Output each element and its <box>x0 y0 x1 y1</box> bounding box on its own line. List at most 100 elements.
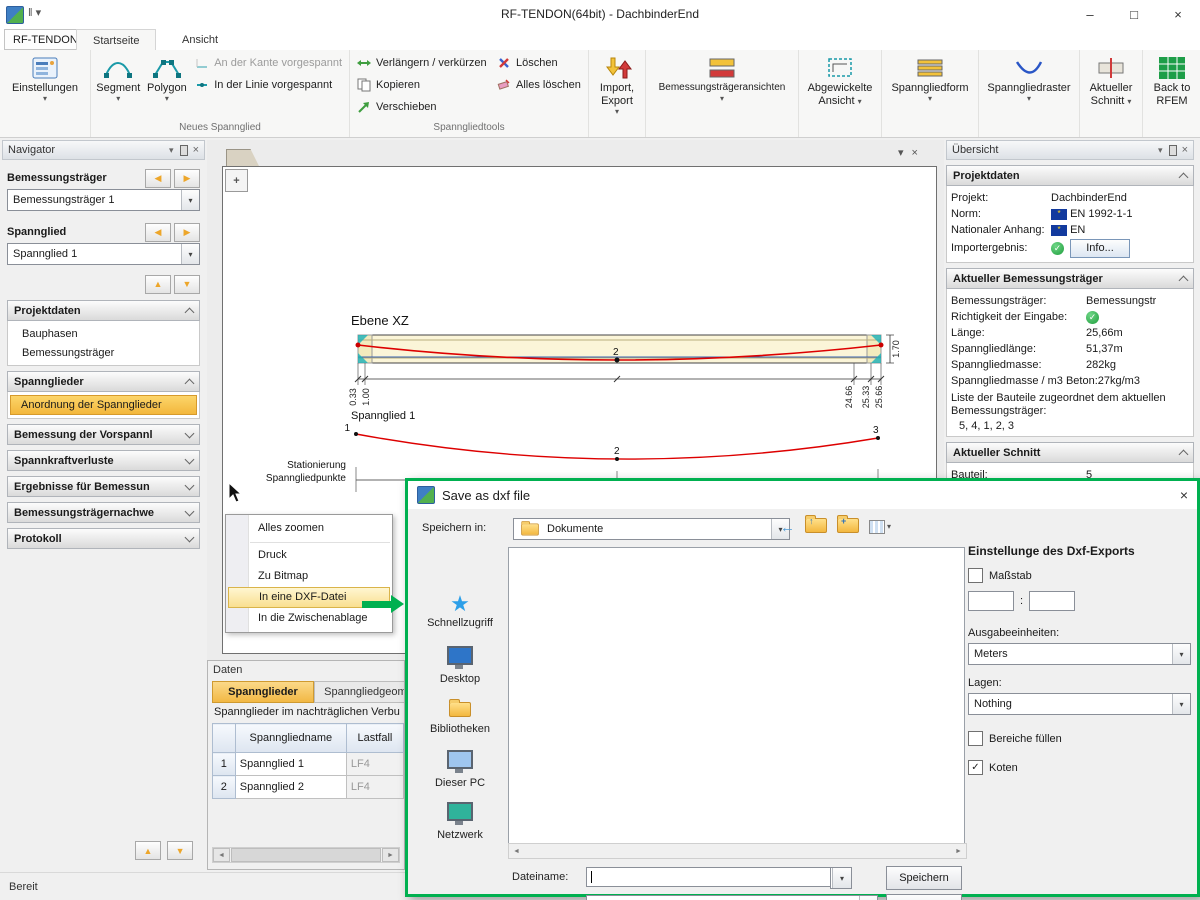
filename-input[interactable] <box>586 867 840 887</box>
tab-spannglieder[interactable]: Spannglieder <box>212 681 314 703</box>
back-to-rfem-button[interactable]: Back to RFEM <box>1146 52 1198 110</box>
section-ergebnisse[interactable]: Ergebnisse für Bemessun <box>7 476 200 497</box>
menu-item-zu-bitmap[interactable]: Zu Bitmap <box>228 566 390 587</box>
column-lastfall[interactable]: Lastfall <box>345 723 404 753</box>
group-aktueller-bemessungstraeger[interactable]: Aktueller Bemessungsträger <box>946 268 1194 289</box>
app-menu-button[interactable]: RF-TENDON <box>4 29 87 50</box>
group-projektdaten[interactable]: Projektdaten <box>946 165 1194 186</box>
section-spannglieder[interactable]: Spannglieder <box>7 371 200 392</box>
nav-down-button[interactable]: ▼ <box>167 841 194 860</box>
spannglied-select[interactable]: Spannglied 1 ▾ <box>7 243 200 265</box>
tab-spanngliedgeometrie[interactable]: Spanngliedgeomet <box>314 681 404 703</box>
scrollbar-thumb[interactable] <box>231 848 381 862</box>
section-bemessung-vorspannung[interactable]: Bemessung der Vorspannl <box>7 424 200 445</box>
chevron-down-icon[interactable]: ▾ <box>181 244 199 264</box>
dock-menu-icon[interactable]: ▾ <box>898 147 912 159</box>
scroll-left-icon[interactable]: ◄ <box>213 848 230 862</box>
close-icon[interactable]: × <box>1182 144 1188 156</box>
polygon-button[interactable]: Polygon ▾ <box>143 52 192 106</box>
kopieren-button[interactable]: Kopieren <box>353 74 493 96</box>
bemessungstraeger-select[interactable]: Bemessungsträger 1 ▾ <box>7 189 200 211</box>
layers-select[interactable]: Nothing ▾ <box>968 693 1191 715</box>
place-schnellzugriff[interactable]: ★ Schnellzugriff <box>416 593 504 646</box>
scale-denominator-input[interactable] <box>1029 591 1076 611</box>
horizontal-scrollbar[interactable]: ◄ ► <box>212 847 400 863</box>
filetype-select[interactable]: Dxf Files (*.dxf) ▾ <box>586 895 878 900</box>
maximize-button[interactable]: □ <box>1112 0 1156 28</box>
nav-up-button[interactable]: ▲ <box>135 841 161 860</box>
panel-menu-icon[interactable]: ▾ <box>169 145 174 156</box>
minimize-button[interactable]: – <box>1068 0 1112 28</box>
chevron-down-icon[interactable]: ▾ <box>181 190 199 210</box>
file-list[interactable] <box>508 547 965 844</box>
group-aktueller-schnitt[interactable]: Aktueller Schnitt <box>946 442 1194 463</box>
filename-dropdown[interactable]: ▾ <box>830 867 852 889</box>
bemessungstraegeransichten-button[interactable]: Bemessungsträgeransichten ▾ <box>649 52 795 106</box>
scale-numerator-input[interactable] <box>968 591 1014 611</box>
nav-item-bemessungstraeger[interactable]: Bemessungsträger <box>10 343 197 362</box>
import-export-button[interactable]: Import, Export ▾ <box>592 52 642 119</box>
koten-checkbox[interactable]: ✓ <box>968 760 983 775</box>
prev-tendon-button[interactable]: ◀ <box>145 222 171 242</box>
verlaengern-button[interactable]: Verlängern / verkürzen <box>353 52 493 74</box>
scroll-left-icon[interactable]: ◄ <box>509 845 524 857</box>
section-protokoll[interactable]: Protokoll <box>7 528 200 549</box>
abgewickelte-ansicht-button[interactable]: Abgewickelte Ansicht ▾ <box>802 52 878 110</box>
dialog-close-icon[interactable]: × <box>1180 487 1188 503</box>
massstab-checkbox[interactable] <box>968 568 983 583</box>
chevron-down-icon[interactable]: ▾ <box>1172 644 1190 664</box>
up-folder-icon[interactable]: ↑ <box>805 515 827 536</box>
prev-beam-button[interactable]: ◀ <box>145 168 171 188</box>
close-icon[interactable]: × <box>193 144 199 156</box>
place-bibliotheken[interactable]: Bibliotheken <box>416 698 504 750</box>
place-dieser-pc[interactable]: Dieser PC <box>416 750 504 802</box>
next-beam-button[interactable]: ▶ <box>174 168 200 188</box>
view-menu-icon[interactable]: ▾ <box>869 520 891 534</box>
spanngliedraster-button[interactable]: Spanngliedraster ▾ <box>982 52 1076 106</box>
place-netzwerk[interactable]: Netzwerk <box>416 802 504 854</box>
reorder-down-button[interactable]: ▼ <box>174 274 200 294</box>
loeschen-button[interactable]: Löschen <box>493 52 585 74</box>
place-desktop[interactable]: Desktop <box>416 646 504 698</box>
pin-icon[interactable] <box>179 144 188 156</box>
section-spannkraftverluste[interactable]: Spannkraftverluste <box>7 450 200 471</box>
table-row[interactable]: 1 Spannglied 1 LF4 <box>212 752 404 776</box>
close-button[interactable]: × <box>1156 0 1200 28</box>
segment-button[interactable]: Segment ▾ <box>94 52 143 106</box>
nav-item-bauphasen[interactable]: Bauphasen <box>10 324 197 343</box>
section-nachweise[interactable]: Bemessungsträgernachwe <box>7 502 200 523</box>
menu-item-alles-zoomen[interactable]: Alles zoomen <box>228 518 390 539</box>
new-folder-icon[interactable]: + <box>837 515 859 536</box>
scroll-right-icon[interactable]: ► <box>951 845 966 857</box>
tab-ansicht[interactable]: Ansicht <box>166 29 234 50</box>
aktueller-schnitt-button[interactable]: Aktueller Schnitt ▾ <box>1083 52 1139 110</box>
abbrechen-button[interactable]: Abbrechen <box>886 894 962 900</box>
speichern-button[interactable]: Speichern <box>886 866 962 890</box>
tab-startseite[interactable]: Startseite <box>76 29 157 51</box>
einstellungen-button[interactable]: Einstellungen ▾ <box>3 52 87 106</box>
spanngliedform-button[interactable]: Spanngliedform ▾ <box>885 52 975 106</box>
back-icon[interactable]: ← <box>780 519 795 536</box>
scroll-right-icon[interactable]: ► <box>382 848 399 862</box>
an-der-kante-button[interactable]: An der Kante vorgespannt <box>191 52 346 74</box>
section-projektdaten[interactable]: Projektdaten <box>7 300 200 321</box>
chevron-down-icon[interactable]: ▾ <box>859 896 877 900</box>
column-spanngliedname[interactable]: Spanngliedname <box>234 723 347 753</box>
panel-menu-icon[interactable]: ▾ <box>1158 145 1163 156</box>
chevron-down-icon[interactable]: ▾ <box>1172 694 1190 714</box>
location-select[interactable]: Dokumente ▾ <box>513 518 790 540</box>
info-button[interactable]: Info... <box>1070 238 1130 258</box>
menu-item-druck[interactable]: Druck <box>228 545 390 566</box>
in-der-linie-button[interactable]: In der Linie vorgespannt <box>191 74 346 96</box>
alles-loeschen-button[interactable]: Alles löschen <box>493 74 585 96</box>
file-list-scrollbar[interactable]: ◄ ► <box>508 843 967 859</box>
nav-item-anordnung[interactable]: Anordnung der Spannglieder <box>10 395 197 415</box>
verschieben-button[interactable]: Verschieben <box>353 96 493 118</box>
next-tendon-button[interactable]: ▶ <box>174 222 200 242</box>
bereiche-fuellen-checkbox[interactable] <box>968 731 983 746</box>
close-view-icon[interactable]: × <box>912 147 926 159</box>
pin-icon[interactable] <box>1168 144 1177 156</box>
units-select[interactable]: Meters ▾ <box>968 643 1191 665</box>
reorder-up-button[interactable]: ▲ <box>145 274 171 294</box>
table-row[interactable]: 2 Spannglied 2 LF4 <box>212 775 404 799</box>
